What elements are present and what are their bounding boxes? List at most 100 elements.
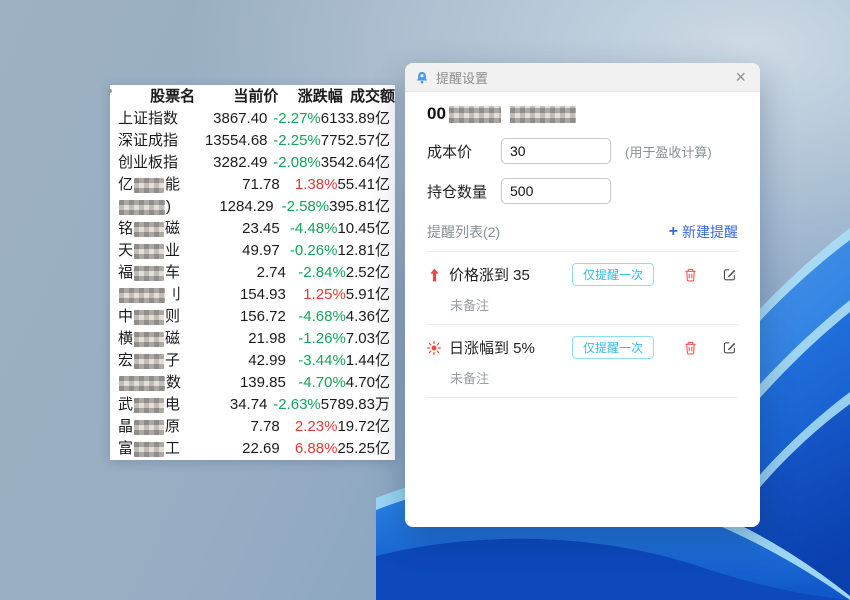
alert-list-header: 提醒列表(2) + 新建提醒 bbox=[427, 222, 738, 252]
alert-title: 价格涨到 35 bbox=[449, 264, 564, 285]
stock-row[interactable]: 上证指数 3867.40 -2.27% 6133.89亿 bbox=[110, 108, 395, 130]
stock-turnover: 12.81亿 bbox=[337, 240, 395, 262]
alert-remark: 未备注 bbox=[450, 368, 738, 387]
stock-price: 34.74 bbox=[205, 394, 267, 416]
stock-name: 深证成指 bbox=[110, 130, 205, 152]
edit-alert-button[interactable] bbox=[721, 266, 738, 283]
stock-name-visible: 晶 bbox=[118, 416, 133, 438]
stock-price: 13554.68 bbox=[205, 130, 268, 152]
stock-name: 横磁 bbox=[110, 328, 216, 350]
stock-row[interactable]: 横磁 21.98 -1.26% 7.03亿 bbox=[110, 328, 395, 350]
stock-turnover: 3542.64亿 bbox=[321, 152, 395, 174]
stock-name-visible-suffix: 数 bbox=[166, 372, 181, 394]
stock-change-percent: -4.48% bbox=[280, 218, 338, 240]
stock-name-visible: 铭 bbox=[118, 218, 133, 240]
censored-pixel-block bbox=[119, 376, 165, 391]
stock-turnover: 7752.57亿 bbox=[321, 130, 395, 152]
stock-change-percent: -3.44% bbox=[286, 350, 346, 372]
stock-price: 139.85 bbox=[216, 372, 286, 394]
stock-row[interactable]: 刂 154.93 1.25% 5.91亿 bbox=[110, 284, 395, 306]
stock-row[interactable]: ) 1284.29 -2.58% 395.81亿 bbox=[110, 196, 395, 218]
censored-pixel-block bbox=[134, 244, 164, 259]
stock-name: 上证指数 bbox=[110, 108, 205, 130]
delete-alert-button[interactable] bbox=[682, 339, 699, 356]
header-turnover: 成交额 bbox=[350, 86, 395, 108]
header-change-percent: 涨跌幅 bbox=[291, 86, 350, 108]
edit-alert-button[interactable] bbox=[721, 339, 738, 356]
close-icon[interactable]: × bbox=[731, 68, 750, 86]
stock-price: 21.98 bbox=[216, 328, 286, 350]
stock-row[interactable]: 铭磁 23.45 -4.48% 10.45亿 bbox=[110, 218, 395, 240]
alert-line: 价格涨到 35 仅提醒一次 bbox=[427, 263, 738, 286]
stock-turnover: 6133.89亿 bbox=[321, 108, 395, 130]
stock-row[interactable]: 福车 2.74 -2.84% 2.52亿 bbox=[110, 262, 395, 284]
stock-row[interactable]: 深证成指 13554.68 -2.25% 7752.57亿 bbox=[110, 130, 395, 152]
new-alert-button[interactable]: + 新建提醒 bbox=[669, 222, 738, 242]
position-quantity-row: 持仓数量 bbox=[427, 178, 738, 204]
new-alert-label: 新建提醒 bbox=[682, 222, 738, 242]
stock-price: 42.99 bbox=[216, 350, 286, 372]
alert-bell-icon bbox=[415, 70, 429, 85]
plus-icon: + bbox=[669, 225, 678, 239]
arrow-up-icon bbox=[427, 268, 441, 282]
censored-pixel-block bbox=[134, 310, 164, 325]
stock-name: 数 bbox=[110, 372, 216, 394]
position-quantity-label: 持仓数量 bbox=[427, 181, 501, 202]
stock-turnover: 7.03亿 bbox=[346, 328, 395, 350]
censored-pixel-block bbox=[134, 398, 164, 413]
stock-name-visible-suffix: 电 bbox=[165, 394, 180, 416]
delete-alert-button[interactable] bbox=[682, 266, 699, 283]
stock-name-visible: 中 bbox=[118, 306, 133, 328]
censored-pixel-block bbox=[119, 288, 165, 303]
stock-change-percent: -2.84% bbox=[286, 262, 346, 284]
stock-row[interactable]: 武电 34.74 -2.63% 5789.83万 bbox=[110, 394, 395, 416]
stock-name-visible-suffix: 子 bbox=[165, 350, 180, 372]
stock-row[interactable]: 亿能 71.78 1.38% 55.41亿 bbox=[110, 174, 395, 196]
stock-row[interactable]: 创业板指 3282.49 -2.08% 3542.64亿 bbox=[110, 152, 395, 174]
header-stock-name: 股票名 bbox=[110, 86, 221, 108]
trash-icon bbox=[683, 267, 698, 283]
censored-pixel-block bbox=[134, 222, 164, 237]
cost-price-input[interactable] bbox=[501, 138, 611, 164]
position-quantity-input[interactable] bbox=[501, 178, 611, 204]
censored-pixel-block bbox=[134, 420, 164, 435]
edit-pencil-icon bbox=[722, 340, 737, 355]
stock-name-visible-suffix: 原 bbox=[165, 416, 180, 438]
cost-price-row: 成本价 (用于盈收计算) bbox=[427, 138, 738, 164]
stock-change-percent: -2.63% bbox=[267, 394, 320, 416]
stock-name-visible: 福 bbox=[118, 262, 133, 284]
stock-name-visible: 横 bbox=[118, 328, 133, 350]
cost-price-label: 成本价 bbox=[427, 141, 501, 162]
stock-table-body: 上证指数 3867.40 -2.27% 6133.89亿 深证成指 13554.… bbox=[110, 108, 395, 460]
dialog-title: 提醒设置 bbox=[436, 68, 488, 87]
stock-row[interactable]: 数 139.85 -4.70% 4.70亿 bbox=[110, 372, 395, 394]
stock-row[interactable]: 中则 156.72 -4.68% 4.36亿 bbox=[110, 306, 395, 328]
stock-row[interactable]: 天业 49.97 -0.26% 12.81亿 bbox=[110, 240, 395, 262]
stock-name-visible: 天 bbox=[118, 240, 133, 262]
stock-price: 156.72 bbox=[216, 306, 286, 328]
stock-name: 亿能 bbox=[110, 174, 212, 196]
dialog-titlebar[interactable]: 提醒设置 × bbox=[405, 63, 760, 92]
stock-name: 天业 bbox=[110, 240, 212, 262]
dialog-body: 00 成本价 (用于盈收计算) 持仓数量 提醒列表(2) + 新建提醒 bbox=[405, 92, 760, 527]
stock-quote-panel: 股票名 当前价 涨跌幅 成交额 上证指数 3867.40 -2.27% 6133… bbox=[110, 85, 395, 460]
stock-turnover: 5.91亿 bbox=[346, 284, 395, 306]
stock-turnover: 55.41亿 bbox=[337, 174, 395, 196]
stock-code-line: 00 bbox=[427, 104, 738, 124]
remind-once-badge: 仅提醒一次 bbox=[572, 336, 654, 359]
stock-name-visible-suffix: 业 bbox=[165, 240, 180, 262]
stock-row[interactable]: 富工 22.69 6.88% 25.25亿 bbox=[110, 438, 395, 460]
stock-name-visible: 创业板指 bbox=[118, 152, 178, 174]
stock-row[interactable]: 宏子 42.99 -3.44% 1.44亿 bbox=[110, 350, 395, 372]
stock-name: 铭磁 bbox=[110, 218, 212, 240]
alert-title: 日涨幅到 5% bbox=[449, 337, 564, 358]
stock-name-visible-suffix: 工 bbox=[165, 438, 180, 460]
trash-icon bbox=[683, 340, 698, 356]
stock-price: 7.78 bbox=[212, 416, 279, 438]
stock-row[interactable]: 晶原 7.78 2.23% 19.72亿 bbox=[110, 416, 395, 438]
cost-price-note: (用于盈收计算) bbox=[625, 142, 712, 161]
alert-settings-dialog: 提醒设置 × 00 成本价 (用于盈收计算) 持仓数量 提醒列表(2) + 新建… bbox=[405, 63, 760, 527]
stock-name-visible-suffix: ) bbox=[166, 196, 171, 218]
stock-turnover: 1.44亿 bbox=[346, 350, 395, 372]
stock-turnover: 25.25亿 bbox=[337, 438, 395, 460]
